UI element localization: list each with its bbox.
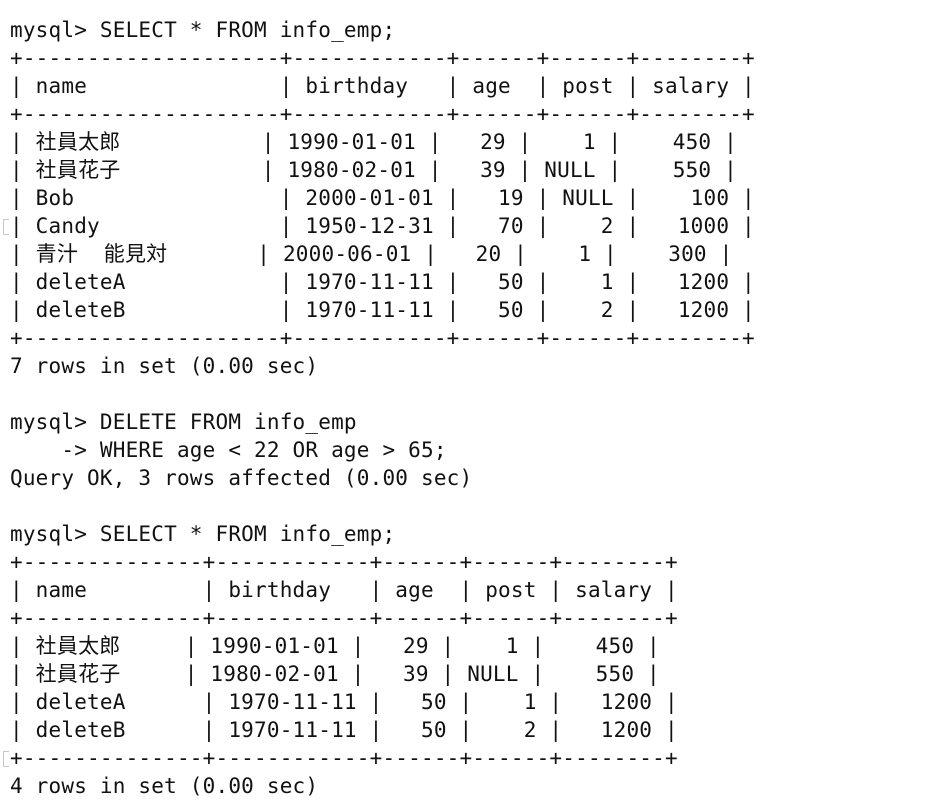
line-marker-icon [3, 219, 9, 235]
table-row: | deleteA | 1970-11-11 | 50 | 1 | 1200 | [10, 270, 755, 294]
terminal-window: { "terminal": { "blocks": [ { "type": "c… [0, 0, 944, 810]
table-row: | 社員花子 | 1980-02-01 | 39 | NULL | 550 | [10, 158, 737, 182]
line-marker-icon [3, 751, 9, 767]
output-block: 4 rows in set (0.00 sec) [10, 772, 930, 800]
command-line: -> WHERE age < 22 OR age > 65; [10, 438, 447, 462]
table-border: +--------------+------------+------+----… [10, 550, 678, 574]
terminal-output[interactable]: mysql> SELECT * FROM info_emp; +---------… [10, 16, 930, 800]
table-row: | Candy | 1950-12-31 | 70 | 2 | 1000 | [10, 214, 755, 238]
table-border: +--------------------+------------+-----… [10, 46, 755, 70]
command-line: mysql> SELECT * FROM info_emp; [10, 18, 396, 42]
table-row: | 社員太郎 | 1990-01-01 | 29 | 1 | 450 | [10, 634, 660, 658]
output-block: 7 rows in set (0.00 sec) [10, 352, 930, 380]
command-line: mysql> SELECT * FROM info_emp; [10, 522, 396, 546]
table-border: +--------------------+------------+-----… [10, 102, 755, 126]
table-row: | 青汁 能見対 | 2000-06-01 | 20 | 1 | 300 | [10, 242, 733, 266]
table-row: | deleteB | 1970-11-11 | 50 | 2 | 1200 | [10, 298, 755, 322]
status-line: Query OK, 3 rows affected (0.00 sec) [10, 466, 473, 490]
table-border: +--------------+------------+------+----… [10, 746, 678, 770]
status-line: 7 rows in set (0.00 sec) [10, 354, 319, 378]
table-row: | 社員太郎 | 1990-01-01 | 29 | 1 | 450 | [10, 130, 737, 154]
output-block: Query OK, 3 rows affected (0.00 sec) [10, 464, 930, 492]
table-border: +--------------------+------------+-----… [10, 326, 755, 350]
command-line: mysql> DELETE FROM info_emp [10, 410, 357, 434]
table-row: | Bob | 2000-01-01 | 19 | NULL | 100 | [10, 186, 755, 210]
table-row: | deleteB | 1970-11-11 | 50 | 2 | 1200 | [10, 718, 678, 742]
command-block: mysql> DELETE FROM info_emp -> WHERE age… [10, 408, 930, 464]
result-table: +--------------------+------------+-----… [10, 44, 930, 352]
result-table: +--------------+------------+------+----… [10, 548, 930, 772]
table-row: | deleteA | 1970-11-11 | 50 | 1 | 1200 | [10, 690, 678, 714]
table-border: +--------------+------------+------+----… [10, 606, 678, 630]
table-row: | 社員花子 | 1980-02-01 | 39 | NULL | 550 | [10, 662, 660, 686]
command-block: mysql> SELECT * FROM info_emp; [10, 16, 930, 44]
table-header: | name | birthday | age | post | salary … [10, 578, 678, 602]
status-line: 4 rows in set (0.00 sec) [10, 774, 319, 798]
table-header: | name | birthday | age | post | salary … [10, 74, 755, 98]
command-block: mysql> SELECT * FROM info_emp; [10, 520, 930, 548]
